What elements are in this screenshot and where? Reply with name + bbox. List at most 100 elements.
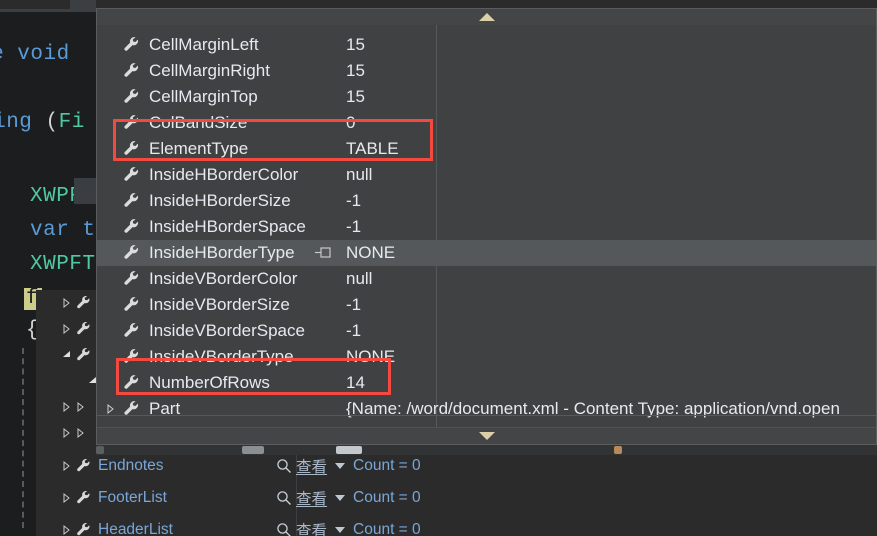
property-value: NONE	[346, 243, 396, 262]
property-name: CellMarginRight	[149, 61, 270, 80]
tree-row-footerlist[interactable]: FooterList	[60, 485, 167, 511]
triangle-up-icon	[478, 13, 495, 21]
popup-property-list[interactable]: CellMarginLeft 15 CellMarginRight 15 Cel…	[97, 25, 876, 429]
view-link[interactable]: 查看	[296, 519, 327, 536]
chevron-down-icon[interactable]	[335, 527, 346, 533]
indent-guide	[22, 348, 25, 528]
property-row[interactable]: CellMarginLeft 15	[97, 32, 876, 58]
tree-row[interactable]	[60, 316, 98, 342]
property-value: {Name: /word/document.xml - Content Type…	[346, 399, 840, 418]
property-row[interactable]: InsideHBorderColor null	[97, 162, 876, 188]
popup-scroll-up-button[interactable]	[97, 9, 876, 26]
wrench-icon	[121, 398, 143, 420]
property-name: CellMarginLeft	[149, 35, 259, 54]
chevron-down-icon[interactable]	[60, 342, 74, 368]
wrench-icon	[74, 488, 94, 508]
popup-bottom-separator	[97, 415, 876, 416]
scrollbar-thumb[interactable]	[96, 446, 104, 454]
tree-item-label: FooterList	[98, 489, 167, 506]
property-value: 15	[346, 87, 365, 106]
tree-row[interactable]	[60, 290, 98, 316]
count-value: Count = 0	[353, 489, 421, 506]
wrench-icon	[121, 216, 143, 238]
chevron-right-icon[interactable]	[60, 517, 74, 536]
chevron-down-icon[interactable]	[335, 463, 346, 469]
property-row[interactable]: CellMarginTop 15	[97, 84, 876, 110]
property-value: 0	[346, 113, 356, 132]
wrench-icon	[121, 242, 143, 264]
code-line-4: var t	[30, 219, 96, 242]
chevron-right-icon[interactable]	[60, 420, 74, 446]
wrench-icon	[74, 319, 94, 339]
property-row[interactable]: InsideVBorderType NONE	[97, 344, 876, 370]
wrench-icon	[121, 60, 143, 82]
tree-value-endnotes[interactable]: 查看 Count = 0	[276, 453, 421, 479]
wrench-icon	[121, 294, 143, 316]
tree-row-headerlist[interactable]: HeaderList	[60, 517, 173, 536]
editor-tab-strip	[0, 0, 70, 9]
property-value: -1	[346, 217, 362, 236]
property-value: TABLE	[346, 139, 399, 158]
property-value: null	[346, 269, 373, 288]
tree-row[interactable]	[60, 420, 88, 446]
tree-item-label: Endnotes	[98, 457, 164, 474]
property-name: Part	[149, 399, 181, 418]
property-name: NumberOfRows	[149, 373, 270, 392]
wrench-icon	[121, 320, 143, 342]
property-value: 15	[346, 35, 365, 54]
chevron-right-icon[interactable]	[60, 485, 74, 511]
tree-value-footerlist[interactable]: 查看 Count = 0	[276, 485, 421, 511]
chevron-right-icon[interactable]	[60, 453, 74, 479]
chevron-right-icon[interactable]	[103, 404, 119, 414]
chevron-right-icon[interactable]	[60, 394, 74, 420]
chevron-right-icon-inner[interactable]	[74, 394, 88, 420]
chevron-right-icon[interactable]	[60, 316, 74, 342]
property-name: InsideHBorderSize	[149, 191, 291, 210]
property-name: ElementType	[149, 139, 249, 158]
search-icon[interactable]	[276, 458, 292, 474]
triangle-down-icon	[478, 432, 495, 440]
property-row-part[interactable]: Part {Name: /word/document.xml - Content…	[97, 396, 876, 422]
code-line-5: XWPFT	[30, 253, 96, 276]
search-icon[interactable]	[276, 490, 292, 506]
debugger-value-popup[interactable]: CellMarginLeft 15 CellMarginRight 15 Cel…	[96, 8, 877, 445]
property-name: ColBandSize	[149, 113, 248, 132]
tree-row[interactable]	[60, 394, 88, 420]
property-value: 15	[346, 61, 365, 80]
tree-row-expanded[interactable]	[60, 342, 98, 368]
popup-scroll-down-button[interactable]	[97, 427, 876, 444]
wrench-icon	[74, 345, 94, 365]
property-row-elementtype[interactable]: ElementType TABLE	[97, 136, 876, 162]
property-row[interactable]: InsideHBorderSize -1	[97, 188, 876, 214]
wrench-icon	[121, 164, 143, 186]
property-row[interactable]: CellMarginRight 15	[97, 58, 876, 84]
view-link[interactable]: 查看	[296, 487, 327, 509]
wrench-icon	[121, 138, 143, 160]
wrench-icon	[121, 346, 143, 368]
tree-value-headerlist[interactable]: 查看 Count = 0	[276, 517, 421, 536]
wrench-icon	[121, 112, 143, 134]
property-value: null	[346, 165, 373, 184]
property-row[interactable]: InsideVBorderSize -1	[97, 292, 876, 318]
code-line-1: te void	[0, 43, 70, 66]
wrench-icon	[74, 293, 94, 313]
chevron-right-icon-inner[interactable]	[74, 420, 88, 446]
property-row[interactable]: InsideHBorderSpace -1	[97, 214, 876, 240]
search-icon[interactable]	[276, 522, 292, 536]
property-row-selected[interactable]: InsideHBorderType NONE	[97, 240, 876, 266]
property-name: InsideVBorderSpace	[149, 321, 305, 340]
wrench-icon	[121, 372, 143, 394]
property-name: InsideHBorderColor	[149, 165, 299, 184]
chevron-down-icon[interactable]	[335, 495, 346, 501]
property-row[interactable]: InsideVBorderColor null	[97, 266, 876, 292]
tree-row-endnotes[interactable]: Endnotes	[60, 453, 164, 479]
property-row[interactable]: ColBandSize 0	[97, 110, 876, 136]
horizontal-scrollbar[interactable]	[96, 445, 877, 455]
property-row-numberofrows[interactable]: NumberOfRows 14	[97, 370, 876, 396]
count-value: Count = 0	[353, 521, 421, 536]
view-link[interactable]: 查看	[296, 455, 327, 477]
pin-to-watch-icon[interactable]	[315, 246, 331, 259]
chevron-right-icon[interactable]	[60, 290, 74, 316]
property-name: InsideVBorderType	[149, 347, 294, 366]
property-row[interactable]: InsideVBorderSpace -1	[97, 318, 876, 344]
